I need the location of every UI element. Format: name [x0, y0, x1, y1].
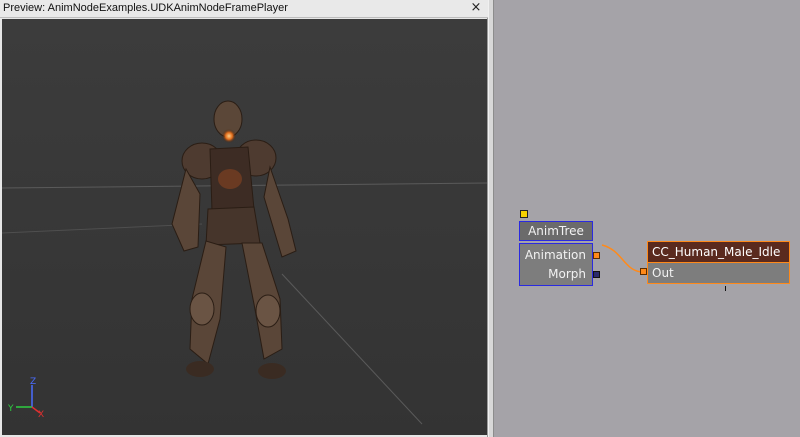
mouse-cursor-marker [725, 286, 726, 291]
anim-sequence-node[interactable]: CC_Human_Male_Idle Out [640, 241, 790, 285]
preview-titlebar: Preview: AnimNodeExamples.UDKAnimNodeFra… [0, 0, 488, 18]
preview-viewport[interactable]: Z Y X [2, 19, 487, 435]
animation-output-pin[interactable] [593, 252, 600, 259]
morph-port-label: Morph [548, 267, 586, 281]
preview-title: Preview: AnimNodeExamples.UDKAnimNodeFra… [3, 2, 288, 14]
axis-z-label: Z [30, 377, 36, 387]
animtree-node[interactable]: AnimTree Animation Morph [519, 210, 600, 286]
sequence-out-port[interactable]: Out [647, 263, 790, 284]
sequence-out-pin[interactable] [640, 268, 647, 275]
axis-y-label: Y [7, 404, 14, 414]
animtree-root-pin[interactable] [520, 210, 528, 218]
animtree-node-body[interactable]: Animation Morph [519, 243, 600, 286]
morph-output-pin[interactable] [593, 271, 600, 278]
axis-x-label: X [38, 410, 44, 420]
sequence-node-title[interactable]: CC_Human_Male_Idle [647, 241, 790, 263]
animtree-node-title[interactable]: AnimTree [519, 221, 593, 241]
animation-port-label: Animation [524, 248, 586, 262]
close-icon[interactable]: × [469, 1, 483, 15]
preview-pane: Preview: AnimNodeExamples.UDKAnimNodeFra… [0, 0, 488, 437]
anim-graph-canvas[interactable]: AnimTree Animation Morph CC_Human_Male_I… [494, 0, 800, 437]
anim-tree-editor: Preview: AnimNodeExamples.UDKAnimNodeFra… [0, 0, 800, 437]
animation-wire [601, 244, 642, 273]
viewport-scene: Z Y X [2, 19, 487, 435]
